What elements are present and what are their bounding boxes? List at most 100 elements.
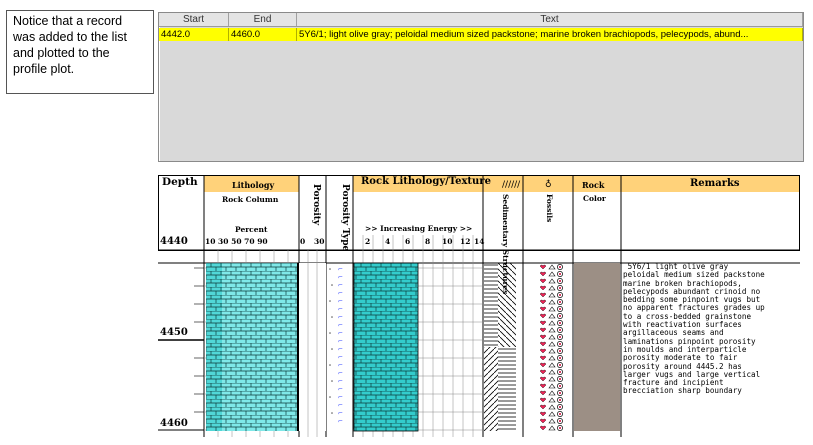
fossil-pelecypod-icon [539, 348, 547, 354]
depth-header: Depth [162, 176, 198, 188]
cell-start: 4442.0 [159, 28, 229, 41]
fossil-pelecypod-icon [539, 397, 547, 403]
energy-tick-4: 4 [385, 237, 391, 246]
energy-tick-2: 2 [365, 237, 371, 246]
fossil-brachiopod-icon [548, 334, 556, 340]
fossil-brachiopod-icon [548, 313, 556, 319]
fossil-crinoid-center-icon [559, 413, 561, 415]
fossil-pelecypod-icon [539, 327, 547, 333]
fossil-crinoid-center-icon [559, 343, 561, 345]
energy-tick-6: 6 [405, 237, 411, 246]
svg-text:⌐: ⌐ [338, 298, 343, 305]
fossil-brachiopod-icon [548, 397, 556, 403]
fossil-crinoid-center-icon [559, 385, 561, 387]
svg-text:⌐: ⌐ [338, 290, 343, 297]
fossil-pelecypod-icon [539, 264, 547, 270]
fossil-brachiopod-icon [548, 355, 556, 361]
energy-tick-14: 14 [474, 237, 485, 246]
fossil-pelecypod-icon [539, 320, 547, 326]
fossil-crinoid-center-icon [559, 266, 561, 268]
fossil-crinoid-center-icon [559, 294, 561, 296]
svg-text:⌐: ⌐ [338, 410, 343, 417]
fossil-crinoid-center-icon [559, 399, 561, 401]
svg-text:⌐: ⌐ [338, 314, 343, 321]
remarks-text: 5Y6/1 light olive gray peloidal medium s… [623, 262, 765, 396]
fossil-brachiopod-icon [548, 411, 556, 417]
fossil-crinoid-center-icon [559, 378, 561, 380]
fossil-brachiopod-icon [548, 376, 556, 382]
svg-text:⌐: ⌐ [338, 370, 343, 377]
fossil-pelecypod-icon [539, 355, 547, 361]
fossil-brachiopod-icon [548, 369, 556, 375]
svg-text:⌐: ⌐ [338, 386, 343, 393]
fossil-pelecypod-icon [539, 278, 547, 284]
fossil-crinoid-center-icon [559, 301, 561, 303]
fossil-crinoid-center-icon [559, 315, 561, 317]
porosity-header: Porosity [311, 184, 321, 226]
fossil-brachiopod-icon [548, 306, 556, 312]
fossil-crinoid-center-icon [559, 273, 561, 275]
fossil-brachiopod-icon [548, 299, 556, 305]
svg-text:⌐: ⌐ [338, 274, 343, 281]
fossil-crinoid-center-icon [559, 364, 561, 366]
fossil-crinoid-center-icon [559, 336, 561, 338]
fossil-brachiopod-icon [548, 425, 556, 431]
svg-text:⌐: ⌐ [338, 354, 343, 361]
fossil-brachiopod-icon [548, 390, 556, 396]
fossil-pelecypod-icon [539, 418, 547, 424]
fossil-brachiopod-icon [548, 404, 556, 410]
fossil-pelecypod-icon [539, 334, 547, 340]
depth-label-4440: 4440 [160, 236, 188, 247]
energy-tick-8: 8 [425, 237, 431, 246]
fossil-pelecypod-icon [539, 376, 547, 382]
energy-tick-10: 10 [442, 237, 453, 246]
rock-color-header: Rock [582, 180, 605, 190]
svg-text:⌐: ⌐ [338, 322, 343, 329]
svg-text:⌐: ⌐ [338, 362, 343, 369]
fossil-pelecypod-icon [539, 425, 547, 431]
energy-tick-12: 12 [460, 237, 471, 246]
fossils-header: Fossils [545, 194, 554, 223]
record-list[interactable]: Start End Text 4442.0 4460.0 5Y6/1; ligh… [158, 12, 804, 162]
cell-text: 5Y6/1; light olive gray; peloidal medium… [297, 28, 803, 41]
depth-label-4460: 4460 [160, 418, 188, 429]
svg-text:⌐: ⌐ [338, 418, 343, 425]
fossil-crinoid-center-icon [559, 322, 561, 324]
fossil-pelecypod-icon [539, 299, 547, 305]
fossil-pelecypod-icon [539, 411, 547, 417]
fossil-brachiopod-icon [548, 348, 556, 354]
note-callout: Notice that a record was added to the li… [6, 10, 154, 94]
fossil-crinoid-center-icon [559, 357, 561, 359]
fossil-brachiopod-icon [548, 383, 556, 389]
fossil-brachiopod-icon [548, 362, 556, 368]
fossil-pelecypod-icon [539, 292, 547, 298]
column-header-end[interactable]: End [229, 13, 297, 26]
remarks-header: Remarks [690, 178, 740, 189]
fossil-pelecypod-icon [539, 306, 547, 312]
svg-text://////: ////// [502, 180, 521, 190]
profile-plot: ⌐⌐⌐⌐ ⌐⌐⌐⌐ ⌐⌐⌐⌐ ⌐⌐⌐⌐ ⌐⌐⌐⌐ [158, 175, 800, 437]
porosity-thirty: 30 [314, 237, 325, 246]
fossil-brachiopod-icon [548, 278, 556, 284]
column-header-text[interactable]: Text [297, 13, 803, 26]
fossil-brachiopod-icon [548, 292, 556, 298]
note-text: Notice that a record was added to the li… [13, 14, 127, 76]
fossil-crinoid-center-icon [559, 371, 561, 373]
porosity-zero: 0 [300, 237, 306, 246]
fossil-crinoid-center-icon [559, 420, 561, 422]
fossil-brachiopod-icon [548, 341, 556, 347]
svg-text:⌐: ⌐ [338, 378, 343, 385]
fossil-brachiopod-icon [548, 271, 556, 277]
depth-label-4450: 4450 [160, 327, 188, 338]
svg-text:♁: ♁ [545, 179, 552, 190]
fossil-crinoid-center-icon [559, 329, 561, 331]
svg-text:⌐: ⌐ [338, 330, 343, 337]
fossil-brachiopod-icon [548, 320, 556, 326]
rock-column-label: Rock Column [222, 195, 279, 204]
fossil-crinoid-center-icon [559, 280, 561, 282]
fossil-brachiopod-icon [548, 264, 556, 270]
list-row-selected[interactable]: 4442.0 4460.0 5Y6/1; light olive gray; p… [159, 28, 803, 41]
fossil-crinoid-center-icon [559, 287, 561, 289]
percent-label: Percent [235, 225, 268, 234]
column-header-start[interactable]: Start [159, 13, 229, 26]
